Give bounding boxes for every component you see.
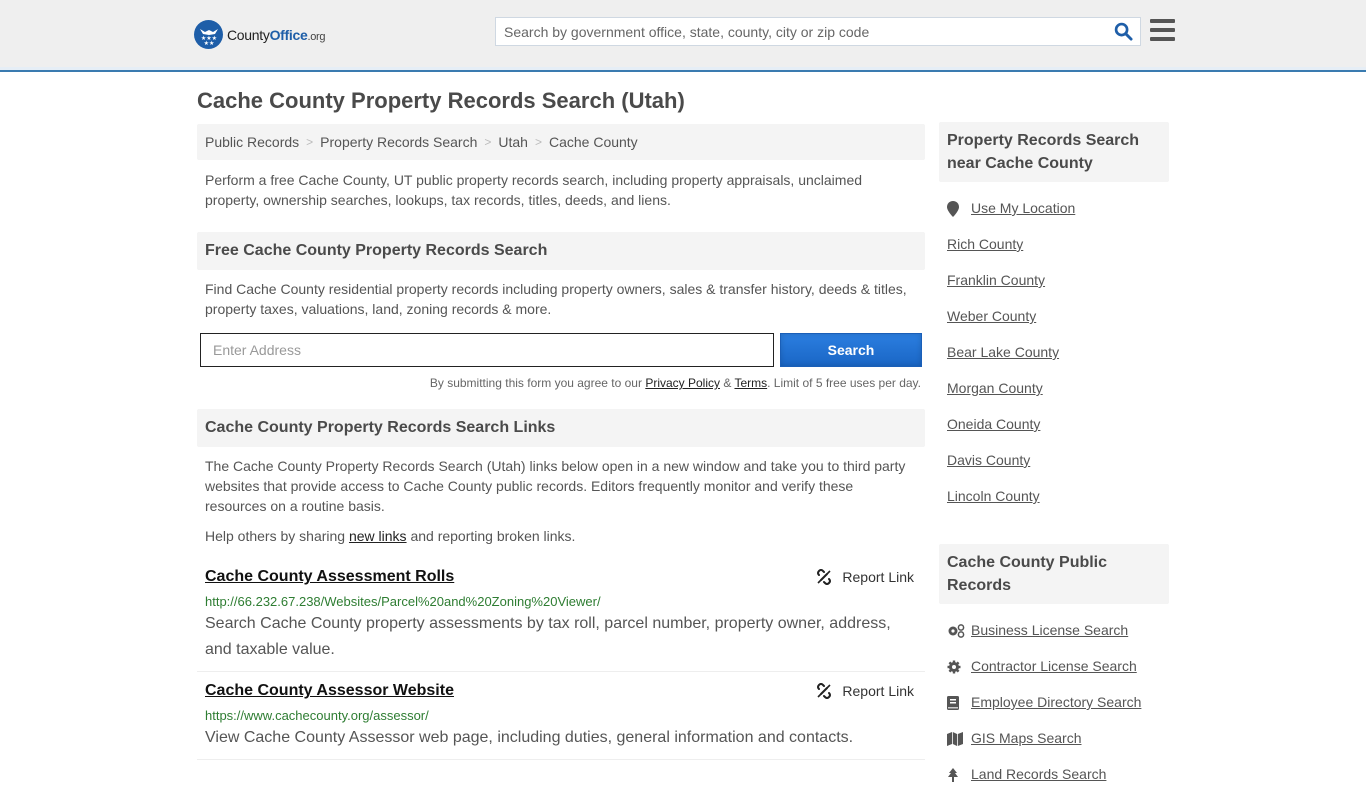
nearby-county-item: Oneida County — [947, 416, 1169, 452]
nearby-county-item: Weber County — [947, 308, 1169, 344]
address-input[interactable] — [200, 333, 774, 367]
breadcrumb-cache-county[interactable]: Cache County — [549, 134, 638, 150]
breadcrumb-public-records[interactable]: Public Records — [205, 134, 299, 150]
nearby-county-link[interactable]: Davis County — [947, 452, 1030, 468]
resource-link-title[interactable]: Cache County Assessor Website — [205, 682, 454, 700]
broken-link-icon — [817, 569, 832, 585]
breadcrumb-separator: > — [534, 135, 542, 149]
logo-text: CountyOffice.org — [227, 26, 326, 43]
public-record-link[interactable]: Land Records Search — [971, 766, 1106, 782]
public-record-item: Contractor License Search — [947, 658, 1169, 694]
public-record-link[interactable]: Business License Search — [971, 622, 1128, 638]
resource-link-description: View Cache County Assessor web page, inc… — [205, 729, 854, 746]
cogs-icon — [947, 622, 971, 640]
broken-link-icon — [817, 683, 832, 699]
free-search-description: Find Cache County residential property r… — [205, 281, 907, 317]
public-record-link[interactable]: GIS Maps Search — [971, 730, 1082, 746]
form-disclaimer: By submitting this form you agree to our… — [429, 376, 921, 390]
resource-link-description: Search Cache County property assessments… — [205, 615, 891, 658]
nearby-county-link[interactable]: Rich County — [947, 236, 1023, 252]
breadcrumb-separator: > — [484, 135, 492, 149]
nearby-county-item: Rich County — [947, 236, 1169, 272]
privacy-policy-link[interactable]: Privacy Policy — [645, 376, 720, 390]
global-search-input[interactable] — [496, 18, 1106, 45]
breadcrumb-separator: > — [306, 135, 314, 149]
main-content: Public Records > Property Records Search… — [197, 124, 925, 760]
nearby-county-link[interactable]: Oneida County — [947, 416, 1040, 432]
public-record-link[interactable]: Employee Directory Search — [971, 694, 1141, 710]
site-header: ★★★ ★★ CountyOffice.org — [0, 0, 1366, 72]
nearby-list: Use My Location Rich County Franklin Cou… — [939, 200, 1169, 524]
terms-link[interactable]: Terms — [734, 376, 767, 390]
report-link-button[interactable]: Report Link — [816, 683, 914, 699]
resource-link-url[interactable]: http://66.232.67.238/Websites/Parcel%20a… — [205, 594, 917, 609]
page-title: Cache County Property Records Search (Ut… — [197, 88, 685, 113]
nearby-county-link[interactable]: Weber County — [947, 308, 1036, 324]
site-logo[interactable]: ★★★ ★★ CountyOffice.org — [194, 20, 326, 49]
sidebar: Property Records Search near Cache Count… — [939, 122, 1169, 802]
intro-text: Perform a free Cache County, UT public p… — [205, 172, 863, 208]
resource-link-item: Cache County Assessment Rolls Report Lin… — [197, 568, 925, 672]
nearby-heading: Property Records Search near Cache Count… — [939, 122, 1169, 182]
gear-icon — [947, 658, 971, 676]
svg-text:★★: ★★ — [203, 40, 214, 46]
search-icon[interactable] — [1106, 18, 1140, 45]
tree-icon — [947, 766, 971, 784]
eagle-logo-icon: ★★★ ★★ — [194, 20, 223, 49]
address-search-button[interactable]: Search — [780, 333, 922, 367]
free-search-heading: Free Cache County Property Records Searc… — [197, 232, 925, 270]
hamburger-menu-icon[interactable] — [1150, 19, 1175, 41]
map-marker-icon — [947, 200, 971, 218]
links-section-heading: Cache County Property Records Search Lin… — [197, 409, 925, 447]
public-record-item: Land Records Search — [947, 766, 1169, 802]
links-section-description: The Cache County Property Records Search… — [205, 458, 906, 514]
resource-link-url[interactable]: https://www.cachecounty.org/assessor/ — [205, 708, 917, 723]
nearby-county-item: Lincoln County — [947, 488, 1169, 524]
new-links-link[interactable]: new links — [349, 528, 407, 544]
resource-link-title[interactable]: Cache County Assessment Rolls — [205, 568, 454, 586]
use-my-location-item: Use My Location — [947, 200, 1169, 236]
public-record-item: Employee Directory Search — [947, 694, 1169, 730]
report-link-button[interactable]: Report Link — [816, 569, 914, 585]
breadcrumb-property-records-search[interactable]: Property Records Search — [320, 134, 477, 150]
nearby-county-link[interactable]: Franklin County — [947, 272, 1045, 288]
nearby-county-link[interactable]: Lincoln County — [947, 488, 1040, 504]
nearby-county-item: Franklin County — [947, 272, 1169, 308]
nearby-county-item: Morgan County — [947, 380, 1169, 416]
public-record-item: GIS Maps Search — [947, 730, 1169, 766]
global-search — [495, 17, 1141, 46]
public-record-item: Business License Search — [947, 622, 1169, 658]
public-record-link[interactable]: Contractor License Search — [971, 658, 1137, 674]
public-records-list: Business License Search Contractor Licen… — [939, 622, 1169, 802]
nearby-county-item: Davis County — [947, 452, 1169, 488]
use-my-location-link[interactable]: Use My Location — [971, 200, 1075, 216]
map-icon — [947, 730, 971, 748]
nearby-county-link[interactable]: Morgan County — [947, 380, 1043, 396]
public-records-heading: Cache County Public Records — [939, 544, 1169, 604]
breadcrumb-utah[interactable]: Utah — [498, 134, 528, 150]
breadcrumb: Public Records > Property Records Search… — [197, 124, 925, 160]
nearby-county-link[interactable]: Bear Lake County — [947, 344, 1059, 360]
resource-link-item: Cache County Assessor Website Report Lin… — [197, 682, 925, 760]
help-text: Help others by sharing new links and rep… — [205, 528, 576, 544]
nearby-county-item: Bear Lake County — [947, 344, 1169, 380]
address-search-form: Search — [197, 333, 925, 367]
book-icon — [947, 694, 971, 712]
